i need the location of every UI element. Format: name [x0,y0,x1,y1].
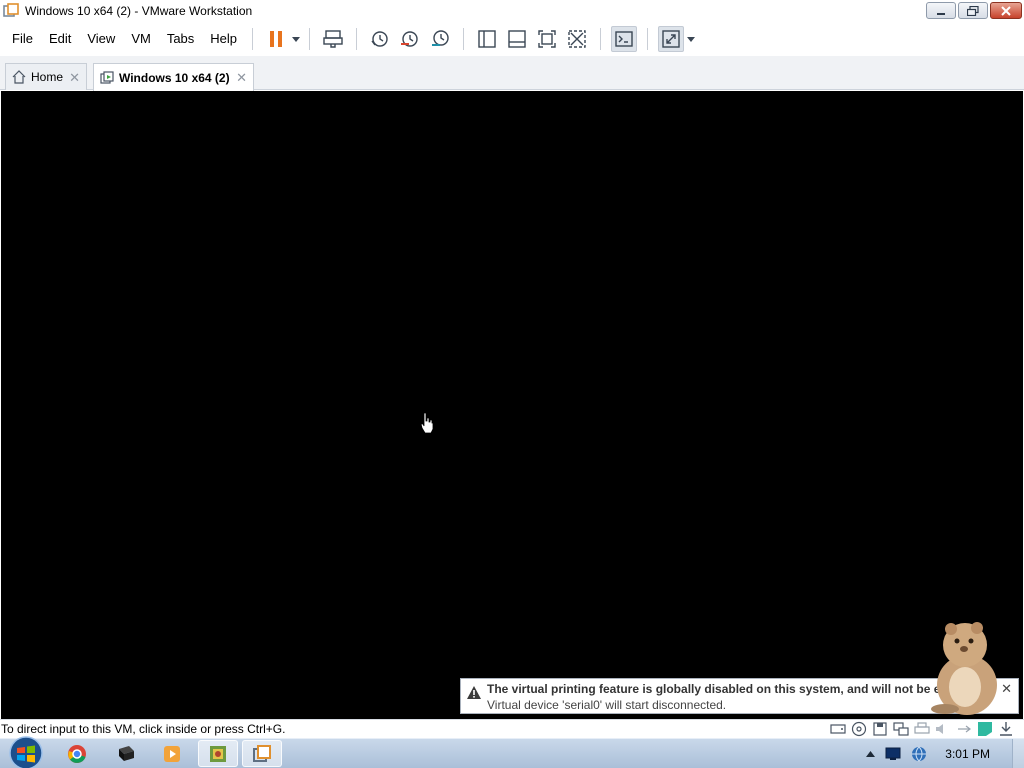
taskbar-photo-viewer[interactable] [198,740,238,767]
hamster-mascot-icon [931,622,997,715]
tab-vm[interactable]: Windows 10 x64 (2) ✕ [93,63,254,91]
notification-message: The virtual printing feature is globally… [487,682,943,696]
pause-button[interactable] [263,26,289,52]
window-titlebar[interactable]: Windows 10 x64 (2) - VMware Workstation [0,0,1024,22]
revert-snapshot-button[interactable] [397,26,423,52]
restore-button[interactable] [958,2,988,19]
windows-taskbar: 3:01 PM [0,736,1024,768]
start-orb-icon[interactable] [6,734,46,768]
power-dropdown[interactable] [291,26,301,52]
show-library-button[interactable] [474,26,500,52]
menu-file[interactable]: File [5,22,40,56]
taskbar-vmware[interactable] [242,740,282,767]
chevron-down-icon [687,36,696,42]
usb-icon[interactable] [956,721,972,737]
toolbar-separator [309,28,311,50]
window-title: Windows 10 x64 (2) - VMware Workstation [25,4,253,18]
take-snapshot-button[interactable] [367,26,393,52]
menu-view[interactable]: View [80,22,122,56]
notification-detail: Virtual device 'serial0' will start disc… [487,698,727,712]
full-screen-button[interactable] [534,26,560,52]
send-ctrl-alt-del-button[interactable] [320,26,346,52]
monitor-icon [885,747,901,760]
taskbar-chrome[interactable] [57,740,97,767]
toolbar-separator [647,28,649,50]
unity-button[interactable] [564,26,590,52]
menu-edit[interactable]: Edit [42,22,78,56]
send-ctrl-alt-del-icon [323,30,343,48]
vmware-icon [253,744,271,762]
taskbar-media-player[interactable] [152,740,192,767]
minimize-button[interactable] [926,2,956,19]
status-bar: To direct input to this VM, click inside… [0,719,1024,738]
vm-console[interactable] [1,91,1023,719]
chevron-up-icon [866,751,876,757]
stretch-guest-button[interactable] [658,26,685,52]
toolbar-separator [600,28,602,50]
show-desktop-button[interactable] [1012,739,1024,768]
tab-home-label: Home [31,70,64,84]
window-controls [926,2,1022,19]
menu-vm[interactable]: VM [124,22,158,56]
minimize-icon [937,12,945,15]
chevron-down-icon [292,36,301,42]
tab-strip: Home ✕ Windows 10 x64 (2) ✕ [0,56,1024,91]
device-icons [830,721,1014,737]
toolbar-separator [356,28,358,50]
console-view-icon [615,31,633,47]
system-tray: 3:01 PM [866,739,1024,768]
snapshot-manager-icon [432,30,449,46]
network-adapter-icon[interactable] [893,721,909,737]
terminal-icon [119,745,134,761]
show-library-icon [478,30,496,48]
toolbar-separator [252,28,254,50]
taskbar-clock[interactable]: 3:01 PM [945,747,990,761]
thumbnail-bar-button[interactable] [504,26,530,52]
menu-help[interactable]: Help [203,22,244,56]
full-screen-icon [538,30,556,48]
chrome-icon [68,744,86,763]
taskbar-terminal[interactable] [106,740,146,767]
stretch-dropdown[interactable] [686,26,696,52]
warning-icon [467,686,481,699]
hand-cursor-icon [420,412,434,434]
printer-icon[interactable] [914,721,930,737]
hard-disk-icon[interactable] [830,721,846,737]
snapshot-manager-button[interactable] [427,26,453,52]
tab-home-close-icon[interactable]: ✕ [69,70,80,86]
restore-icon [967,5,979,16]
floppy-icon[interactable] [872,721,888,737]
show-hidden-icons[interactable] [866,751,876,757]
menu-toolbar: File Edit View VM Tabs Help [0,22,1024,56]
tray-monitor[interactable] [885,747,901,761]
home-icon [12,70,26,84]
unity-icon [568,30,586,48]
sound-icon[interactable] [935,721,951,737]
close-button[interactable] [990,2,1022,19]
take-snapshot-icon [371,31,388,47]
network-globe-icon [912,746,927,762]
media-player-icon [164,745,180,762]
revert-snapshot-icon [401,31,418,47]
vmware-app-icon [3,3,19,19]
tray-network[interactable] [911,746,927,762]
message-icon[interactable] [977,721,993,737]
close-icon [1001,5,1011,16]
thumbnail-bar-icon [508,30,526,48]
vm-icon [100,70,114,85]
tab-home[interactable]: Home ✕ [5,63,87,90]
photo-viewer-icon [210,745,226,762]
menu-tabs[interactable]: Tabs [160,22,201,56]
stretch-guest-icon [662,30,680,48]
pause-icon [270,31,283,47]
stretch-icon[interactable] [998,721,1014,737]
tab-vm-close-icon[interactable]: ✕ [236,70,247,86]
console-view-button[interactable] [611,26,638,52]
tab-vm-label: Windows 10 x64 (2) [119,70,230,85]
cd-dvd-icon[interactable] [851,721,867,737]
toolbar-separator [463,28,465,50]
